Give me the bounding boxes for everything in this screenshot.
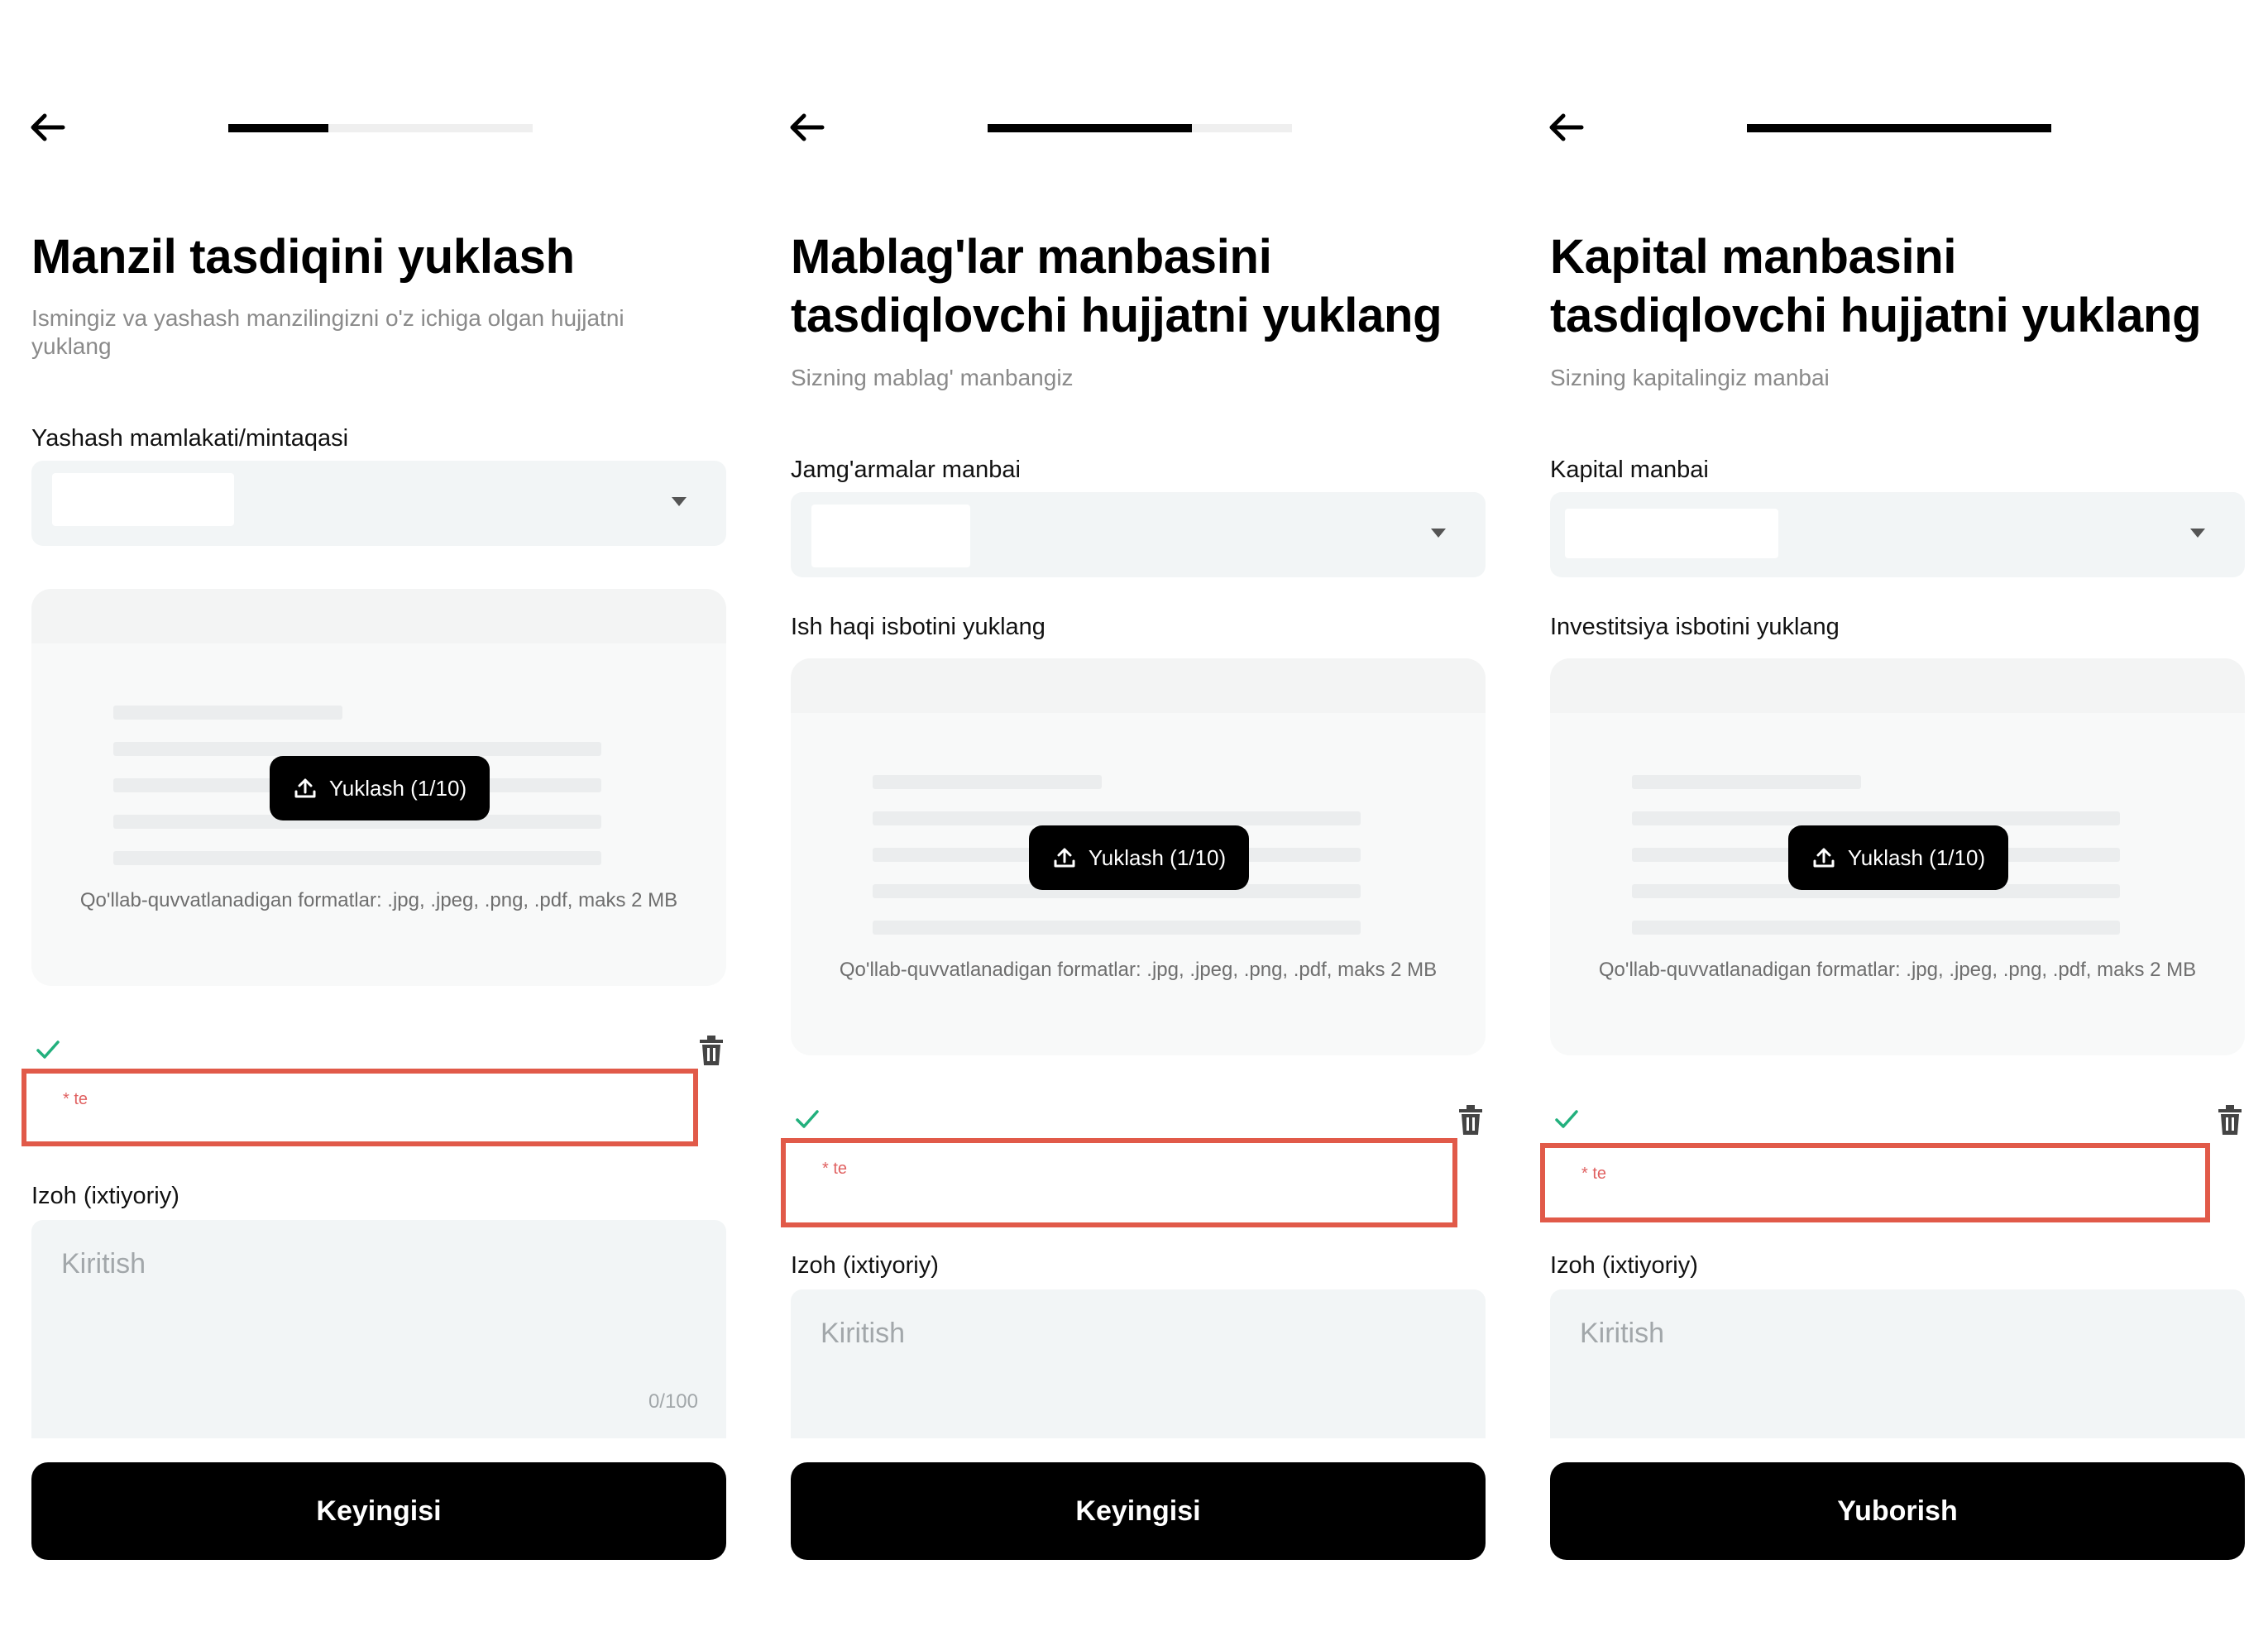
comment-input[interactable]: Kiritish bbox=[791, 1289, 1486, 1438]
next-button[interactable]: Keyingisi bbox=[31, 1462, 726, 1560]
skeleton-line bbox=[873, 775, 1102, 789]
next-button[interactable]: Keyingisi bbox=[791, 1462, 1486, 1560]
skeleton-line bbox=[1632, 921, 2120, 935]
select-value bbox=[1565, 509, 1778, 558]
skeleton-line bbox=[873, 921, 1361, 935]
submit-button[interactable]: Yuborish bbox=[1550, 1462, 2245, 1560]
select-label: Yashash mamlakati/mintaqasi bbox=[31, 425, 349, 452]
chevron-down-icon bbox=[2190, 529, 2205, 538]
upload-button-label: Yuklash (1/10) bbox=[1847, 844, 1986, 870]
uploaded-file-item[interactable]: * te bbox=[1540, 1143, 2210, 1222]
page-title: Mablag'lar manbasini tasdiqlovchi hujjat… bbox=[791, 230, 1443, 342]
comment-label: Izoh (ixtiyoriy) bbox=[791, 1252, 939, 1279]
trash-icon[interactable] bbox=[1457, 1104, 1485, 1136]
upload-icon bbox=[1813, 848, 1835, 868]
check-icon bbox=[796, 1110, 819, 1128]
progress-bar bbox=[1747, 124, 2051, 132]
progress-bar bbox=[988, 124, 1292, 132]
upload-button[interactable]: Yuklash (1/10) bbox=[1029, 825, 1249, 890]
progress-fill bbox=[1747, 124, 2051, 132]
upload-area[interactable]: Yuklash (1/10) Qo'llab-quvvatlanadigan f… bbox=[1550, 658, 2245, 1055]
comment-label: Izoh (ixtiyoriy) bbox=[31, 1183, 179, 1209]
capital-source-select[interactable] bbox=[1550, 492, 2245, 577]
file-name: * te bbox=[63, 1090, 89, 1108]
comment-placeholder: Kiritish bbox=[821, 1318, 906, 1349]
comment-placeholder: Kiritish bbox=[61, 1248, 146, 1280]
supported-formats: Qo'llab-quvvatlanadigan formatlar: .jpg,… bbox=[839, 959, 1438, 981]
arrow-left-icon[interactable] bbox=[1545, 108, 1595, 147]
comment-input[interactable]: Kiritish 0/100 bbox=[31, 1220, 726, 1438]
page-subtitle: Sizning mablag' manbangiz bbox=[791, 365, 1074, 390]
upload-icon bbox=[294, 778, 316, 798]
uploaded-file-item[interactable]: * te bbox=[22, 1069, 698, 1146]
upload-label: Investitsiya isbotini yuklang bbox=[1550, 614, 1840, 640]
uploaded-file-item[interactable]: * te bbox=[781, 1138, 1457, 1227]
upload-area[interactable]: Yuklash (1/10) Qo'llab-quvvatlanadigan f… bbox=[791, 658, 1486, 1055]
page-title: Kapital manbasini tasdiqlovchi hujjatni … bbox=[1550, 230, 2202, 342]
screen-capital-source: Kapital manbasini tasdiqlovchi hujjatni … bbox=[1519, 0, 2246, 1636]
select-value bbox=[52, 473, 234, 526]
savings-source-select[interactable] bbox=[791, 492, 1486, 577]
select-value bbox=[811, 505, 970, 567]
skeleton-line bbox=[113, 706, 342, 720]
upload-icon bbox=[1054, 848, 1075, 868]
upload-label: Ish haqi isbotini yuklang bbox=[791, 614, 1045, 640]
upload-button[interactable]: Yuklash (1/10) bbox=[1788, 825, 2008, 890]
supported-formats: Qo'llab-quvvatlanadigan formatlar: .jpg,… bbox=[1598, 959, 2197, 981]
chevron-down-icon bbox=[1431, 529, 1446, 538]
arrow-left-icon[interactable] bbox=[786, 108, 835, 147]
select-label: Jamg'armalar manbai bbox=[791, 457, 1021, 483]
file-name: * te bbox=[822, 1160, 848, 1178]
character-counter: 0/100 bbox=[648, 1390, 698, 1413]
skeleton-line bbox=[873, 811, 1361, 825]
trash-icon[interactable] bbox=[2216, 1104, 2244, 1136]
progress-bar bbox=[228, 124, 533, 132]
country-select[interactable] bbox=[31, 461, 726, 546]
comment-placeholder: Kiritish bbox=[1580, 1318, 1665, 1349]
upload-button[interactable]: Yuklash (1/10) bbox=[270, 756, 490, 820]
screen-funds-source: Mablag'lar manbasini tasdiqlovchi hujjat… bbox=[759, 0, 1487, 1636]
trash-icon[interactable] bbox=[697, 1035, 725, 1066]
comment-label: Izoh (ixtiyoriy) bbox=[1550, 1252, 1698, 1279]
upload-button-label: Yuklash (1/10) bbox=[1088, 844, 1227, 870]
progress-fill bbox=[988, 124, 1192, 132]
page-subtitle: Ismingiz va yashash manzilingizni o'z ic… bbox=[31, 305, 624, 359]
skeleton-line bbox=[113, 851, 601, 865]
file-name: * te bbox=[1581, 1165, 1607, 1183]
screen-address-proof: Manzil tasdiqini yuklash Ismingiz va yas… bbox=[0, 0, 728, 1636]
progress-fill bbox=[228, 124, 329, 132]
check-icon bbox=[36, 1040, 60, 1059]
skeleton-line bbox=[113, 742, 601, 756]
page-title: Manzil tasdiqini yuklash bbox=[31, 230, 575, 284]
select-label: Kapital manbai bbox=[1550, 457, 1709, 483]
upload-header bbox=[791, 658, 1486, 713]
upload-area[interactable]: Yuklash (1/10) Qo'llab-quvvatlanadigan f… bbox=[31, 589, 726, 986]
page-subtitle: Sizning kapitalingiz manbai bbox=[1550, 365, 1830, 390]
skeleton-line bbox=[1632, 775, 1861, 789]
upload-header bbox=[1550, 658, 2245, 713]
check-icon bbox=[1555, 1110, 1578, 1128]
supported-formats: Qo'llab-quvvatlanadigan formatlar: .jpg,… bbox=[79, 889, 678, 911]
arrow-left-icon[interactable] bbox=[26, 108, 76, 147]
chevron-down-icon bbox=[672, 497, 687, 506]
upload-button-label: Yuklash (1/10) bbox=[328, 775, 467, 801]
upload-header bbox=[31, 589, 726, 643]
comment-input[interactable]: Kiritish bbox=[1550, 1289, 2245, 1438]
skeleton-line bbox=[1632, 811, 2120, 825]
